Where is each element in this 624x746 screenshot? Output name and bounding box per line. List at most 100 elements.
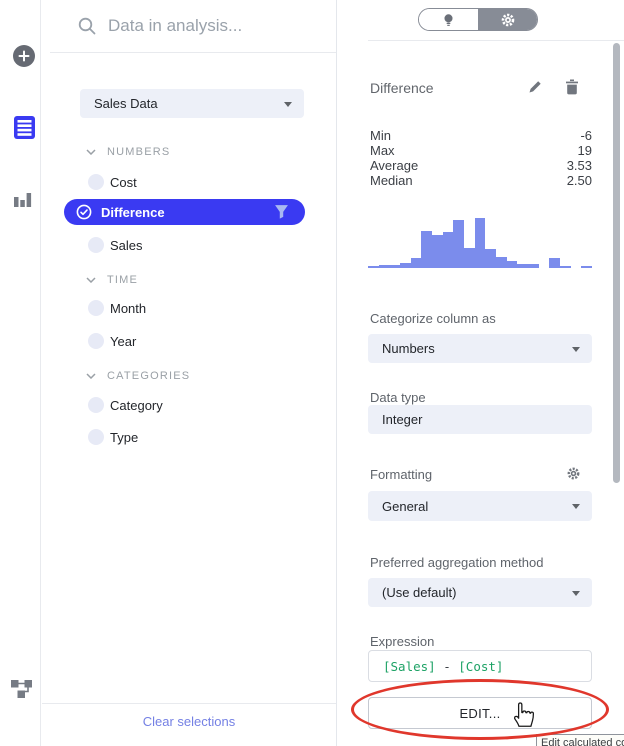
column-item-sales[interactable]: Sales <box>88 237 143 253</box>
edit-tooltip: Edit calculated co <box>536 734 624 746</box>
stat-row: Median2.50 <box>370 173 592 188</box>
histogram-bar <box>400 263 411 268</box>
add-data-button[interactable] <box>13 45 35 67</box>
histogram-bar <box>528 264 539 268</box>
section-label: TIME <box>107 274 138 286</box>
column-label: Difference <box>101 205 165 220</box>
histogram-bar <box>507 261 518 268</box>
expression-label: Expression <box>370 634 434 649</box>
gear-icon <box>500 12 516 28</box>
search-icon <box>78 17 96 40</box>
chevron-down-icon <box>572 347 580 352</box>
data-table-icon <box>14 116 35 139</box>
column-dot-icon <box>88 429 104 445</box>
data-in-analysis-tab[interactable] <box>14 116 35 144</box>
column-label: Cost <box>110 175 137 190</box>
formatting-select[interactable]: General <box>368 491 592 521</box>
histogram-bar <box>379 265 390 268</box>
histogram-bar <box>411 258 422 268</box>
stat-value: -6 <box>580 128 592 143</box>
app-window: Sales Data NUMBERS Cost Difference Sales <box>0 0 624 746</box>
aggregation-select[interactable]: (Use default) <box>368 578 592 607</box>
histogram-bar <box>464 248 475 268</box>
column-label: Sales <box>110 238 143 253</box>
data-type-value: Integer <box>382 412 422 427</box>
table-selector-value: Sales Data <box>94 96 158 111</box>
column-item-type[interactable]: Type <box>88 429 138 445</box>
column-dot-icon <box>88 333 104 349</box>
histogram-bar <box>581 266 592 268</box>
trash-icon <box>565 79 579 95</box>
stat-label: Median <box>370 173 413 188</box>
column-label: Type <box>110 430 138 445</box>
data-canvas-tab[interactable] <box>10 676 34 705</box>
histogram-bar <box>389 265 400 268</box>
categorize-value: Numbers <box>382 341 435 356</box>
visualizations-tab[interactable] <box>13 188 32 215</box>
delete-column-button[interactable] <box>565 79 579 95</box>
bar-chart-icon <box>13 188 32 210</box>
stat-label: Average <box>370 158 418 173</box>
stat-value: 3.53 <box>567 158 592 173</box>
data-type-label: Data type <box>370 390 426 405</box>
histogram-bar <box>443 232 454 268</box>
section-label: CATEGORIES <box>107 370 190 382</box>
gear-icon <box>566 466 581 481</box>
data-type-value-field: Integer <box>368 405 592 434</box>
divider <box>50 52 336 53</box>
stat-value: 19 <box>578 143 592 158</box>
section-header-time[interactable]: TIME <box>86 274 138 286</box>
formatting-value: General <box>382 499 428 514</box>
divider <box>42 703 336 704</box>
expression-field[interactable]: [Sales] - [Cost] <box>368 650 592 682</box>
histogram-bar <box>496 257 507 268</box>
section-header-numbers[interactable]: NUMBERS <box>86 146 170 158</box>
histogram <box>368 218 592 268</box>
column-dot-icon <box>88 174 104 190</box>
check-circle-icon <box>76 204 92 220</box>
chevron-down-icon <box>86 149 96 155</box>
formatting-settings-button[interactable] <box>566 466 581 481</box>
column-item-month[interactable]: Month <box>88 300 146 316</box>
stat-label: Max <box>370 143 395 158</box>
column-stats: Min -6 Max 19 Average 3.53 Median2.50 <box>370 128 592 188</box>
column-properties-panel: Difference Min-6 Max19 Average3.53 Media… <box>338 0 624 746</box>
column-dot-icon <box>88 237 104 253</box>
column-label: Month <box>110 301 146 316</box>
search-input[interactable] <box>108 13 318 39</box>
filter-funnel-icon <box>274 204 289 224</box>
divider <box>368 40 624 41</box>
section-header-categories[interactable]: CATEGORIES <box>86 370 190 382</box>
properties-toggle-button[interactable] <box>478 9 537 30</box>
column-item-cost[interactable]: Cost <box>88 174 137 190</box>
data-panel: Sales Data NUMBERS Cost Difference Sales <box>42 0 337 746</box>
section-label: NUMBERS <box>107 146 170 158</box>
table-selector[interactable]: Sales Data <box>80 89 304 118</box>
column-item-year[interactable]: Year <box>88 333 136 349</box>
histogram-bar <box>432 235 443 268</box>
chevron-down-icon <box>284 102 292 107</box>
histogram-bar <box>421 231 432 268</box>
categorize-label: Categorize column as <box>370 311 496 326</box>
lightbulb-icon <box>441 12 456 28</box>
categorize-select[interactable]: Numbers <box>368 334 592 363</box>
edit-expression-button[interactable]: EDIT... <box>368 697 592 729</box>
scrollbar-thumb[interactable] <box>613 43 620 483</box>
search-row <box>42 0 336 52</box>
histogram-bar <box>517 264 528 268</box>
histogram-bar <box>368 266 379 268</box>
column-item-category[interactable]: Category <box>88 397 163 413</box>
expression-token: [Cost] <box>458 659 503 674</box>
stat-row: Max 19 <box>370 143 592 158</box>
clear-selections-link[interactable]: Clear selections <box>42 714 336 729</box>
rename-column-button[interactable] <box>528 79 543 94</box>
histogram-bar <box>560 266 571 268</box>
stat-label: Min <box>370 128 391 143</box>
stat-row: Average 3.53 <box>370 158 592 173</box>
chevron-down-icon <box>86 277 96 283</box>
column-item-difference-selected[interactable]: Difference <box>64 199 305 225</box>
histogram-bar <box>485 249 496 268</box>
column-dot-icon <box>88 397 104 413</box>
chevron-down-icon <box>572 504 580 509</box>
recommendations-toggle-button[interactable] <box>419 9 478 30</box>
